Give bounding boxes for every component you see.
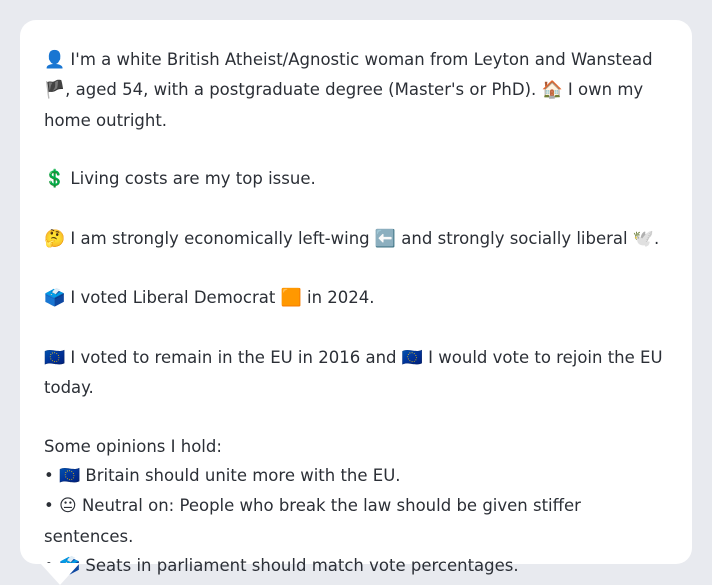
political-text-3: . bbox=[654, 228, 660, 248]
eu-flag-icon: 🇪🇺 bbox=[44, 347, 66, 368]
england-flag-icon: 🏴 bbox=[44, 80, 66, 101]
thinking-face-icon: 🤔 bbox=[44, 228, 66, 249]
top-issue-paragraph: 💲 Living costs are my top issue. bbox=[44, 164, 668, 194]
political-position-paragraph: 🤔 I am strongly economically left-wing ⬅… bbox=[44, 224, 668, 254]
political-text-1: I am strongly economically left-wing bbox=[65, 228, 375, 248]
vote-2024-paragraph: 🗳️ I voted Liberal Democrat 🟧 in 2024. bbox=[44, 283, 668, 313]
house-icon: 🏠 bbox=[541, 80, 563, 101]
dollar-icon: 💲 bbox=[44, 169, 66, 190]
vote-text-1: I voted Liberal Democrat bbox=[65, 288, 281, 308]
eu-flag-icon: 🇪🇺 bbox=[58, 466, 81, 487]
bullet: • bbox=[44, 466, 54, 486]
intro-text-2: , aged 54, with a postgraduate degree (M… bbox=[65, 80, 542, 100]
profile-message-card: 👤 I'm a white British Atheist/Agnostic w… bbox=[20, 20, 692, 576]
opinion-text: Seats in parliament should match vote pe… bbox=[80, 556, 519, 576]
opinions-heading: Some opinions I hold: bbox=[44, 436, 222, 456]
intro-paragraph: 👤 I'm a white British Atheist/Agnostic w… bbox=[44, 45, 668, 135]
eu-flag-icon: 🇪🇺 bbox=[401, 347, 423, 368]
vote-text-2: in 2024. bbox=[301, 288, 375, 308]
speech-bubble-tail bbox=[40, 563, 80, 585]
eu-paragraph: 🇪🇺 I voted to remain in the EU in 2016 a… bbox=[44, 343, 668, 403]
orange-square-icon: 🟧 bbox=[280, 288, 302, 309]
opinion-text: Neutral on: People who break the law sho… bbox=[44, 496, 581, 546]
bullet: • bbox=[44, 496, 54, 516]
intro-text-1: I'm a white British Atheist/Agnostic wom… bbox=[65, 50, 653, 69]
opinion-list-item: • 🇪🇺 Britain should unite more with the … bbox=[44, 461, 668, 491]
opinion-list-item: • 🗳️ Seats in parliament should match vo… bbox=[44, 551, 668, 581]
top-issue-text: Living costs are my top issue. bbox=[65, 169, 316, 189]
person-icon: 👤 bbox=[44, 50, 66, 70]
neutral-face-icon: 😐 bbox=[58, 496, 77, 517]
political-text-2: and strongly socially liberal bbox=[396, 228, 633, 248]
eu-text-1: I voted to remain in the EU in 2016 and bbox=[65, 347, 402, 367]
dove-icon: 🕊️ bbox=[632, 228, 655, 249]
ballot-box-icon: 🗳️ bbox=[44, 288, 66, 309]
left-arrow-icon: ⬅️ bbox=[374, 228, 397, 249]
opinion-text: Britain should unite more with the EU. bbox=[80, 466, 401, 486]
opinion-list-item: • 😐 Neutral on: People who break the law… bbox=[44, 491, 668, 551]
